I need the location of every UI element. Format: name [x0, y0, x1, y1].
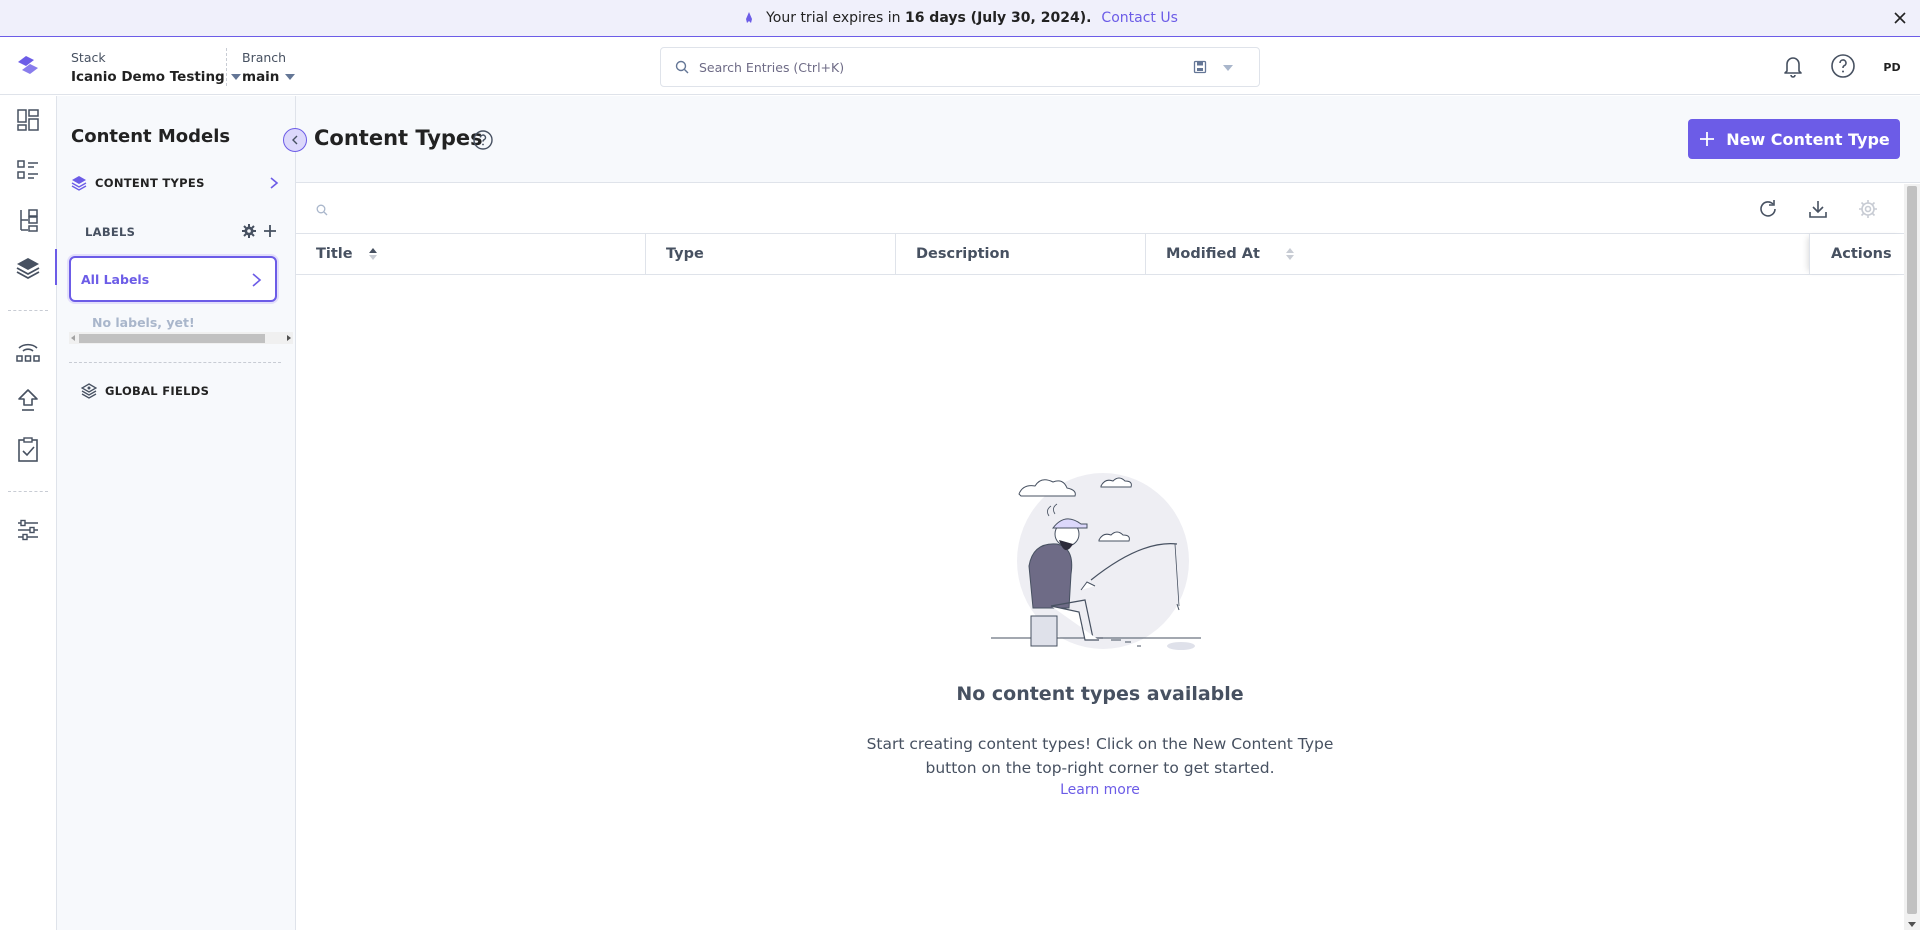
column-modified-at[interactable]: Modified At — [1146, 234, 1806, 274]
close-icon[interactable] — [1892, 10, 1908, 26]
dashboard-icon[interactable] — [14, 106, 42, 134]
panel-title: Content Models — [71, 126, 231, 147]
new-content-type-button[interactable]: New Content Type — [1688, 119, 1900, 159]
publish-queue-icon[interactable] — [14, 386, 42, 414]
scrollbar-thumb[interactable] — [79, 334, 265, 343]
scroll-left-icon[interactable] — [71, 335, 75, 341]
chevron-right-icon — [252, 273, 262, 287]
deployments-icon[interactable] — [14, 336, 42, 364]
learn-more-row: Learn more — [296, 782, 1904, 798]
no-labels-text: No labels, yet! — [92, 315, 195, 330]
global-fields-label: GLOBAL FIELDS — [105, 384, 210, 398]
top-header: Stack Icanio Demo Testing Branch main PD — [0, 38, 1920, 95]
bell-icon[interactable] — [1779, 52, 1807, 80]
main-content: Content Types New Content Type Title Typ… — [296, 96, 1920, 930]
caret-down-icon — [230, 74, 241, 80]
page-title: Content Types — [314, 126, 483, 150]
column-description: Description — [896, 234, 1146, 274]
column-type-label: Type — [666, 246, 704, 262]
assets-icon[interactable] — [14, 206, 42, 234]
column-title[interactable]: Title — [296, 234, 646, 274]
column-title-label: Title — [316, 246, 353, 262]
table-toolbar — [296, 184, 1906, 234]
scroll-down-icon[interactable] — [1908, 922, 1916, 927]
column-actions: Actions — [1809, 234, 1906, 274]
help-icon[interactable] — [1830, 53, 1856, 79]
content-models-panel: Content Models CONTENT TYPES LABELS All … — [57, 96, 296, 930]
chevron-left-icon — [292, 135, 298, 145]
search-dropdown-icon[interactable] — [1223, 65, 1233, 71]
branch-label: Branch — [242, 50, 287, 65]
empty-state-description: Start creating content types! Click on t… — [866, 735, 1334, 777]
stack-label: Stack — [71, 50, 106, 65]
contact-us-link[interactable]: Contact Us — [1101, 10, 1177, 26]
empty-state-title: No content types available — [956, 683, 1244, 705]
new-content-type-label: New Content Type — [1726, 129, 1890, 149]
column-actions-label: Actions — [1831, 246, 1892, 262]
table-header: Title Type Description Modified At Actio… — [296, 234, 1906, 275]
rail-divider — [8, 491, 48, 492]
gear-icon[interactable] — [241, 223, 257, 239]
branch-dropdown[interactable]: main — [242, 69, 296, 85]
contentstack-logo[interactable] — [12, 52, 44, 80]
refresh-icon[interactable] — [1756, 197, 1780, 221]
content-models-icon[interactable] — [14, 254, 42, 282]
all-labels-label: All Labels — [81, 271, 150, 287]
nav-content-types[interactable]: CONTENT TYPES — [71, 170, 281, 196]
column-modified-at-label: Modified At — [1166, 246, 1260, 262]
column-type: Type — [646, 234, 896, 274]
trial-banner: Your trial expires in 16 days (July 30, … — [0, 0, 1920, 37]
labels-heading: LABELS — [85, 225, 136, 239]
caret-down-icon — [285, 74, 296, 80]
nav-global-fields[interactable]: GLOBAL FIELDS — [81, 379, 209, 403]
header-divider — [226, 48, 227, 86]
help-icon[interactable] — [472, 129, 494, 151]
chevron-right-icon — [270, 177, 279, 189]
vertical-scrollbar[interactable] — [1904, 184, 1920, 930]
avatar[interactable]: PD — [1877, 52, 1907, 82]
app-nav-rail — [0, 96, 57, 930]
banner-text: Your trial expires in 16 days (July 30, … — [766, 10, 1092, 26]
column-description-label: Description — [916, 246, 1010, 262]
page-header: Content Types New Content Type — [296, 96, 1920, 183]
download-icon[interactable] — [1806, 197, 1830, 221]
scrollbar-thumb[interactable] — [1907, 186, 1917, 914]
rocket-icon — [746, 12, 753, 23]
entries-icon[interactable] — [14, 156, 42, 184]
rail-divider — [8, 310, 48, 311]
panel-divider — [69, 362, 281, 363]
settings-sliders-icon[interactable] — [14, 516, 42, 544]
sort-icon[interactable] — [368, 248, 377, 260]
stack-dropdown[interactable]: Icanio Demo Testing — [71, 69, 241, 85]
search-icon — [675, 60, 689, 74]
collapse-panel-button[interactable] — [283, 128, 307, 152]
learn-more-link[interactable]: Learn more — [1060, 782, 1140, 798]
horizontal-scrollbar[interactable] — [69, 332, 293, 344]
tasks-icon[interactable] — [14, 436, 42, 464]
sort-icon[interactable] — [1285, 248, 1294, 260]
settings-icon[interactable] — [1856, 197, 1880, 221]
global-fields-icon — [81, 383, 97, 399]
add-label-icon[interactable] — [262, 223, 278, 239]
search-icon — [316, 204, 328, 216]
scroll-right-icon[interactable] — [287, 335, 291, 341]
branch-selector[interactable]: Branch main — [242, 50, 296, 85]
table-search-input[interactable] — [336, 198, 936, 220]
fishing-man-illustration — [991, 473, 1201, 650]
content-types-label: CONTENT TYPES — [95, 176, 205, 190]
all-labels-item[interactable]: All Labels — [69, 256, 277, 302]
stack-layers-icon — [71, 176, 87, 191]
stack-selector[interactable]: Stack Icanio Demo Testing — [71, 50, 241, 85]
search-input[interactable] — [699, 59, 1179, 75]
plus-icon — [1700, 132, 1715, 146]
saved-search-icon[interactable] — [1193, 60, 1207, 74]
global-search[interactable] — [660, 47, 1260, 87]
